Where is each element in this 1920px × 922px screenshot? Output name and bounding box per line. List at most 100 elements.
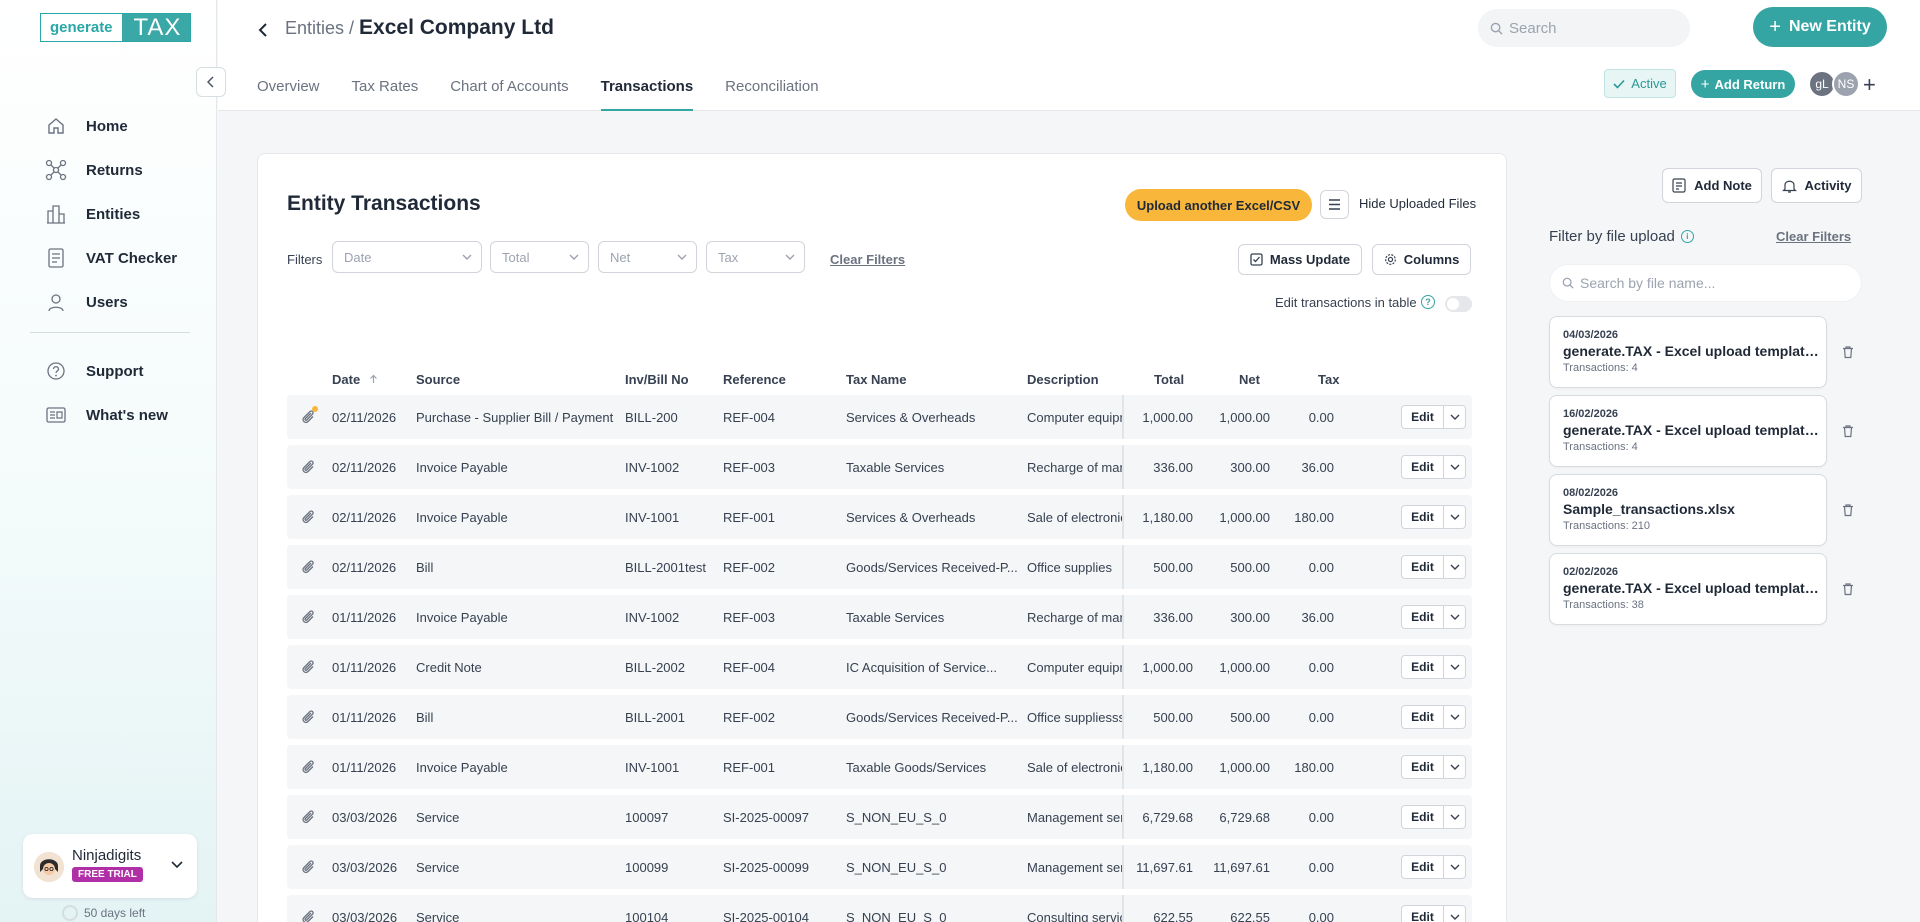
add-return-button[interactable]: + Add Return [1691,70,1795,98]
attachment-icon[interactable] [300,858,316,875]
logo[interactable]: generate TAX [40,13,192,42]
add-member-icon[interactable]: + [1863,72,1876,98]
edit-menu-chevron-icon[interactable] [1444,706,1465,728]
user-menu[interactable]: Ninjadigits FREE TRIAL [23,834,197,898]
table-row[interactable]: 02/11/2026 Invoice Payable INV-1001 REF-001… [287,495,1472,539]
edit-menu-chevron-icon[interactable] [1444,856,1465,878]
total-filter[interactable]: Total [490,241,589,273]
edit-menu-chevron-icon[interactable] [1444,606,1465,628]
trash-icon[interactable] [1841,424,1855,438]
edit-menu-chevron-icon[interactable] [1444,656,1465,678]
attachment-icon[interactable] [300,708,316,725]
clear-file-filters-link[interactable]: Clear Filters [1776,229,1851,244]
file-upload-card[interactable]: 16/02/2026 generate.TAX - Excel upload te… [1549,395,1827,467]
file-upload-card[interactable]: 02/02/2026 generate.TAX - Excel upload te… [1549,553,1827,625]
breadcrumb-parent[interactable]: Entities / [285,18,354,38]
edit-menu-chevron-icon[interactable] [1444,506,1465,528]
attachment-icon[interactable] [300,758,316,775]
table-row[interactable]: 02/11/2026 Invoice Payable INV-1002 REF-003… [287,445,1472,489]
table-row[interactable]: 02/11/2026 Purchase - Supplier Bill / Pay… [287,395,1472,439]
edit-button[interactable]: Edit [1402,606,1444,628]
sidebar-item-entities[interactable]: Entities [44,192,204,236]
table-row[interactable]: 01/11/2026 Invoice Payable INV-1002 REF-003… [287,595,1472,639]
help-icon[interactable]: ? [1421,295,1435,309]
edit-menu-chevron-icon[interactable] [1444,406,1465,428]
mass-update-button[interactable]: Mass Update [1238,244,1362,275]
column-header-source[interactable]: Source [416,372,460,387]
edit-menu-chevron-icon[interactable] [1444,556,1465,578]
sidebar-item-support[interactable]: Support [44,349,204,393]
table-row[interactable]: 02/11/2026 Bill BILL-2001test REF-002 Goods/… [287,545,1472,589]
tab-chart-of-accounts[interactable]: Chart of Accounts [450,72,568,111]
upload-file-button[interactable]: Upload another Excel/CSV [1125,189,1312,221]
column-header-tax-name[interactable]: Tax Name [846,372,906,387]
attachment-icon[interactable] [300,458,316,475]
add-note-button[interactable]: Add Note [1662,168,1762,203]
search-input[interactable]: Search [1478,9,1690,47]
attachment-icon[interactable] [300,558,316,575]
hide-uploaded-files-link[interactable]: Hide Uploaded Files [1359,196,1476,211]
sidebar-item-users[interactable]: Users [44,280,204,324]
table-row[interactable]: 01/11/2026 Bill BILL-2001 REF-002 Goods/Serv… [287,695,1472,739]
edit-button[interactable]: Edit [1402,406,1444,428]
table-row[interactable]: 03/03/2026 Service 100099 SI-2025-00099 S_NO… [287,845,1472,889]
status-badge[interactable]: Active [1604,69,1676,98]
tab-transactions[interactable]: Transactions [600,72,694,111]
attachment-icon[interactable] [300,808,316,825]
table-row[interactable]: 01/11/2026 Invoice Payable INV-1001 REF-001… [287,745,1472,789]
file-search-input[interactable]: Search by file name... [1549,264,1862,302]
back-arrow-icon[interactable] [258,18,268,43]
chevron-down-icon[interactable] [171,856,183,874]
edit-in-table-toggle[interactable] [1445,296,1472,312]
edit-button[interactable]: Edit [1402,806,1444,828]
edit-menu-chevron-icon[interactable] [1444,456,1465,478]
tab-overview[interactable]: Overview [257,72,320,111]
column-header-reference[interactable]: Reference [723,372,786,387]
edit-menu-chevron-icon[interactable] [1444,756,1465,778]
new-entity-button[interactable]: + New Entity [1753,7,1887,47]
attachment-icon[interactable] [300,908,316,922]
toggle-files-button[interactable] [1320,190,1349,219]
edit-button[interactable]: Edit [1402,506,1444,528]
net-filter[interactable]: Net [598,241,697,273]
attachment-icon[interactable] [300,658,316,675]
file-upload-card[interactable]: 04/03/2026 generate.TAX - Excel upload te… [1549,316,1827,388]
attachment-icon[interactable] [300,608,316,625]
sidebar-item-vat-checker[interactable]: VAT Checker [44,236,204,280]
edit-button[interactable]: Edit [1402,756,1444,778]
edit-button[interactable]: Edit [1402,456,1444,478]
edit-button[interactable]: Edit [1402,906,1444,922]
clear-filters-link[interactable]: Clear Filters [830,252,905,267]
edit-button[interactable]: Edit [1402,556,1444,578]
table-row[interactable]: 03/03/2026 Service 100097 SI-2025-00097 S_NO… [287,795,1472,839]
sidebar-item-whats-new[interactable]: What's new [44,393,204,437]
tax-filter[interactable]: Tax [706,241,805,273]
edit-menu-chevron-icon[interactable] [1444,806,1465,828]
avatar[interactable]: NS [1832,70,1860,98]
column-header-date[interactable]: Date [332,372,378,387]
column-header-net[interactable]: Net [1239,372,1260,387]
edit-menu-chevron-icon[interactable] [1444,906,1465,922]
trash-icon[interactable] [1841,582,1855,596]
collapse-sidebar-button[interactable] [196,67,226,97]
column-header-description[interactable]: Description [1027,372,1099,387]
attachment-icon[interactable] [300,508,316,525]
trash-icon[interactable] [1841,503,1855,517]
column-header-tax[interactable]: Tax [1318,372,1339,387]
column-header-total[interactable]: Total [1154,372,1184,387]
info-icon[interactable]: i [1680,230,1694,243]
columns-button[interactable]: Columns [1372,244,1471,275]
activity-button[interactable]: Activity [1771,168,1862,203]
tab-tax-rates[interactable]: Tax Rates [352,72,419,111]
file-upload-card[interactable]: 08/02/2026 Sample_transactions.xlsx Transa… [1549,474,1827,546]
edit-button[interactable]: Edit [1402,706,1444,728]
edit-button[interactable]: Edit [1402,656,1444,678]
sidebar-item-home[interactable]: Home [44,104,204,148]
column-header-inv[interactable]: Inv/Bill No [625,372,689,387]
table-row[interactable]: 03/03/2026 Service 100104 SI-2025-00104 S_NO… [287,895,1472,922]
date-filter[interactable]: Date [332,241,482,273]
sidebar-item-returns[interactable]: Returns [44,148,204,192]
tab-reconciliation[interactable]: Reconciliation [725,72,818,111]
table-row[interactable]: 01/11/2026 Credit Note BILL-2002 REF-004 IC … [287,645,1472,689]
edit-button[interactable]: Edit [1402,856,1444,878]
